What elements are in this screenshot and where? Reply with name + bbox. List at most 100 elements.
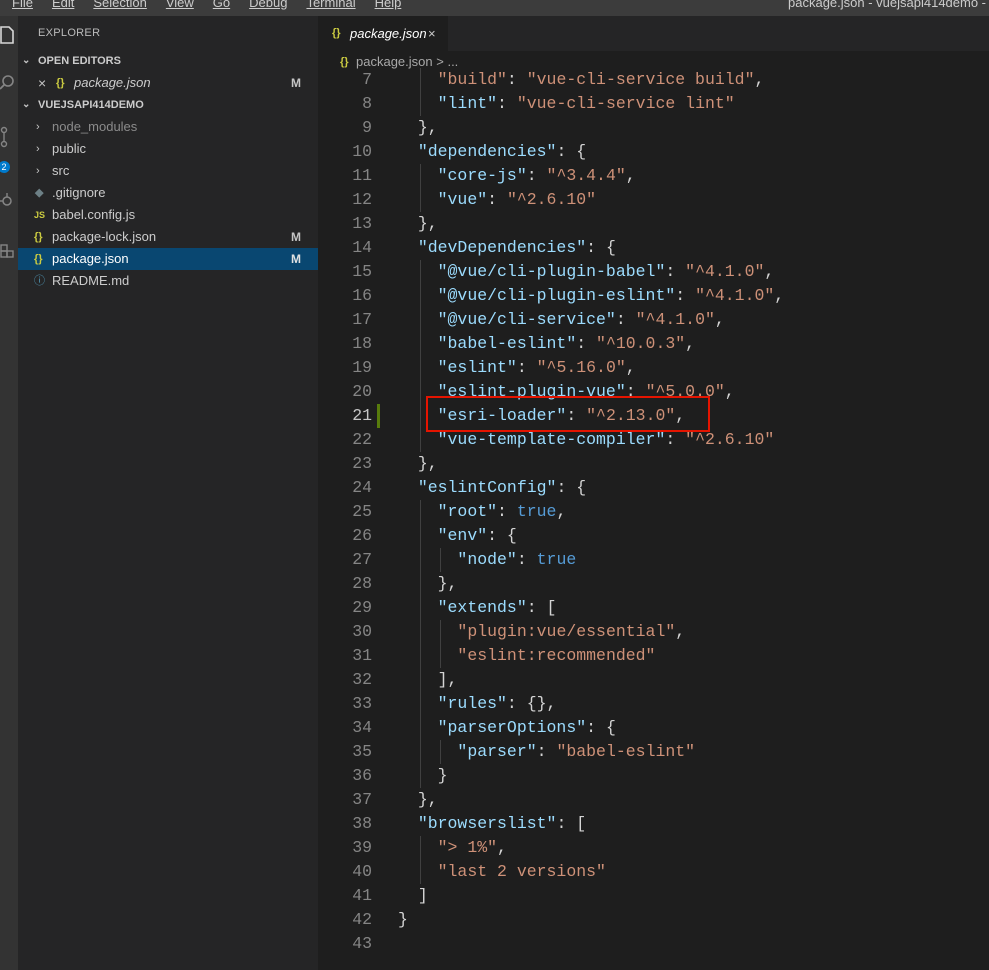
tree-item-package-lock[interactable]: {} package-lock.json M [18, 226, 318, 248]
line-number: 30 [352, 622, 372, 641]
code-line[interactable]: 39 "> 1%", [318, 836, 989, 860]
code-line[interactable]: 38 "browserslist": [ [318, 812, 989, 836]
tree-item-label: package.json [52, 251, 129, 266]
line-number: 21 [352, 406, 372, 425]
line-number: 23 [352, 454, 372, 473]
tree-item-public[interactable]: › public [18, 138, 318, 160]
tab-package-json[interactable]: {} package.json × [318, 16, 448, 51]
tree-item-label: README.md [52, 273, 130, 288]
code-text: "extends": [ [437, 598, 557, 617]
menu-debug[interactable]: Debug [249, 0, 287, 9]
line-number: 31 [352, 646, 372, 665]
files-icon[interactable] [0, 26, 18, 48]
open-editor-filename: package.json [74, 75, 151, 90]
code-line[interactable]: 24 "eslintConfig": { [318, 476, 989, 500]
tree-item-src[interactable]: › src [18, 160, 318, 182]
menu-file[interactable]: File [12, 0, 33, 9]
indent-guide [419, 380, 421, 404]
code-text: "> 1%", [437, 838, 507, 857]
code-line[interactable]: 7 "build": "vue-cli-service build", [318, 68, 989, 92]
code-line[interactable]: 18 "babel-eslint": "^10.0.3", [318, 332, 989, 356]
menu-selection[interactable]: Selection [93, 0, 146, 9]
code-line[interactable]: 33 "rules": {}, [318, 692, 989, 716]
code-text: "eslint:recommended" [457, 646, 656, 665]
code-line[interactable]: 37 }, [318, 788, 989, 812]
code-line[interactable]: 25 "root": true, [318, 500, 989, 524]
code-line[interactable]: 8 "lint": "vue-cli-service lint" [318, 92, 989, 116]
code-line[interactable]: 28 }, [318, 572, 989, 596]
tree-item-label: public [52, 141, 86, 156]
chevron-down-icon: ⌄ [22, 55, 31, 66]
code-line[interactable]: 19 "eslint": "^5.16.0", [318, 356, 989, 380]
menu-view[interactable]: View [166, 0, 194, 9]
project-header[interactable]: ⌄ VUEJSAPI414DEMO [18, 94, 318, 116]
code-text: "last 2 versions" [437, 862, 606, 881]
line-number: 34 [352, 718, 372, 737]
menu-go[interactable]: Go [213, 0, 230, 9]
code-line[interactable]: 16 "@vue/cli-plugin-eslint": "^4.1.0", [318, 284, 989, 308]
line-number: 43 [352, 934, 372, 953]
tree-item-gitignore[interactable]: ◆ .gitignore [18, 182, 318, 204]
code-line[interactable]: 29 "extends": [ [318, 596, 989, 620]
line-number: 19 [352, 358, 372, 377]
search-icon[interactable] [0, 74, 18, 96]
tab-label: package.json [350, 26, 427, 41]
line-number: 10 [352, 142, 372, 161]
menu-edit[interactable]: Edit [52, 0, 74, 9]
code-line[interactable]: 35 "parser": "babel-eslint" [318, 740, 989, 764]
close-icon[interactable]: × [38, 72, 46, 94]
code-text: "@vue/cli-plugin-eslint": "^4.1.0", [437, 286, 785, 305]
code-line[interactable]: 26 "env": { [318, 524, 989, 548]
code-text: }, [417, 790, 438, 809]
tree-item-babel-config[interactable]: JS babel.config.js [18, 204, 318, 226]
code-line[interactable]: 11 "core-js": "^3.4.4", [318, 164, 989, 188]
code-line[interactable]: 14 "devDependencies": { [318, 236, 989, 260]
code-line[interactable]: 31 "eslint:recommended" [318, 644, 989, 668]
code-text: }, [417, 214, 438, 233]
code-line[interactable]: 17 "@vue/cli-service": "^4.1.0", [318, 308, 989, 332]
debug-icon[interactable] [0, 192, 18, 214]
tree-item-package-json[interactable]: {} package.json M [18, 248, 318, 270]
code-line[interactable]: 41 ] [318, 884, 989, 908]
code-text: "core-js": "^3.4.4", [437, 166, 636, 185]
code-line[interactable]: 9 }, [318, 116, 989, 140]
code-line[interactable]: 23 }, [318, 452, 989, 476]
tree-item-readme[interactable]: ⓘ README.md [18, 270, 318, 292]
code-line[interactable]: 34 "parserOptions": { [318, 716, 989, 740]
line-number: 14 [352, 238, 372, 257]
tree-item-node-modules[interactable]: › node_modules [18, 116, 318, 138]
close-icon[interactable]: × [428, 16, 436, 51]
code-line[interactable]: 32 ], [318, 668, 989, 692]
open-editors-header[interactable]: ⌄ OPEN EDITORS [18, 50, 318, 72]
line-number: 11 [352, 166, 372, 185]
line-number: 16 [352, 286, 372, 305]
code-line[interactable]: 10 "dependencies": { [318, 140, 989, 164]
code-line[interactable]: 12 "vue": "^2.6.10" [318, 188, 989, 212]
open-editor-item[interactable]: × {} package.json M [18, 72, 318, 94]
code-text: "eslint": "^5.16.0", [437, 358, 636, 377]
explorer-title: EXPLORER [38, 27, 101, 39]
menu-terminal[interactable]: Terminal [306, 0, 355, 9]
code-line[interactable]: 42} [318, 908, 989, 932]
code-text: "rules": {}, [437, 694, 557, 713]
json-file-icon: {} [56, 77, 65, 89]
code-line[interactable]: 27 "node": true [318, 548, 989, 572]
indent-guide [419, 356, 421, 380]
line-number: 15 [352, 262, 372, 281]
modified-badge: M [291, 76, 301, 90]
code-line[interactable]: 30 "plugin:vue/essential", [318, 620, 989, 644]
menu-help[interactable]: Help [375, 0, 402, 9]
chevron-right-icon: › [36, 121, 40, 133]
activity-bar: 2 [0, 16, 18, 970]
code-line[interactable]: 15 "@vue/cli-plugin-babel": "^4.1.0", [318, 260, 989, 284]
indent-guide [419, 92, 421, 116]
code-line[interactable]: 40 "last 2 versions" [318, 860, 989, 884]
code-text: } [398, 910, 408, 929]
code-line[interactable]: 43 [318, 932, 989, 956]
code-text: "node": true [457, 550, 577, 569]
extensions-icon[interactable] [0, 240, 18, 262]
code-line[interactable]: 13 }, [318, 212, 989, 236]
code-line[interactable]: 36 } [318, 764, 989, 788]
source-control-icon[interactable] [0, 126, 18, 148]
line-number: 13 [352, 214, 372, 233]
